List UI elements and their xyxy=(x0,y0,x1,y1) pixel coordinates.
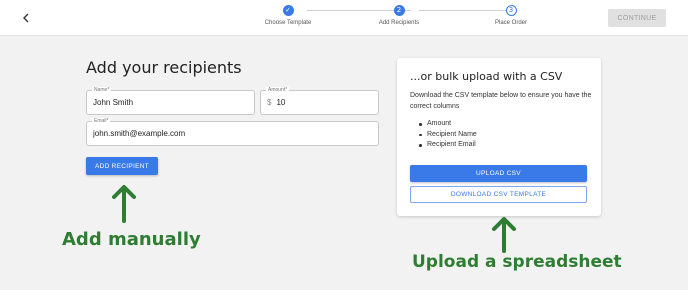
add-manually-annotation: Add manually xyxy=(62,229,201,250)
amount-field-value-wrap: $ 10 xyxy=(267,91,285,114)
up-arrow-icon xyxy=(112,185,136,223)
step-add-recipients[interactable]: 2 Add Recipients xyxy=(359,5,439,26)
bulk-upload-description: Download the CSV template below to ensur… xyxy=(410,92,592,110)
step-label: Choose Template xyxy=(264,20,312,26)
email-field[interactable]: Email* john.smith@example.com xyxy=(86,118,379,146)
step-number: 3 xyxy=(505,5,517,16)
currency-prefix: $ xyxy=(267,98,272,107)
name-field[interactable]: Name* John Smith xyxy=(86,87,255,115)
step-label: Add Recipients xyxy=(378,20,420,26)
progress-stepper: ✓ Choose Template 2 Add Recipients 3 Pla… xyxy=(255,5,555,33)
email-field-value: john.smith@example.com xyxy=(93,129,186,138)
step-label: Place Order xyxy=(494,20,527,26)
step-place-order[interactable]: 3 Place Order xyxy=(471,5,551,26)
name-field-value: John Smith xyxy=(93,98,134,107)
amount-field[interactable]: Amount* $ 10 xyxy=(260,87,379,115)
add-recipient-button[interactable]: ADD RECIPIENT xyxy=(86,157,158,175)
download-csv-template-button[interactable]: DOWNLOAD CSV TEMPLATE xyxy=(410,186,587,203)
check-icon: ✓ xyxy=(282,5,294,16)
page-title: Add your recipients xyxy=(86,58,242,77)
amount-value: 10 xyxy=(276,98,286,107)
list-item: Recipient Email xyxy=(419,140,477,151)
back-chevron-icon[interactable] xyxy=(19,10,33,26)
list-item: Recipient Name xyxy=(419,130,477,141)
bulk-upload-card: ...or bulk upload with a CSV Download th… xyxy=(397,58,601,216)
step-choose-template[interactable]: ✓ Choose Template xyxy=(248,5,328,26)
step-number: 2 xyxy=(393,5,405,16)
continue-button[interactable]: CONTINUE xyxy=(608,9,666,27)
csv-columns-list: Amount Recipient Name Recipient Email xyxy=(419,119,477,151)
upload-csv-button[interactable]: UPLOAD CSV xyxy=(410,165,587,182)
upload-spreadsheet-annotation: Upload a spreadsheet xyxy=(412,252,622,272)
up-arrow-icon xyxy=(492,217,516,253)
list-item: Amount xyxy=(419,119,477,130)
top-bar: ✓ Choose Template 2 Add Recipients 3 Pla… xyxy=(0,0,688,36)
bulk-upload-title: ...or bulk upload with a CSV xyxy=(410,70,563,83)
